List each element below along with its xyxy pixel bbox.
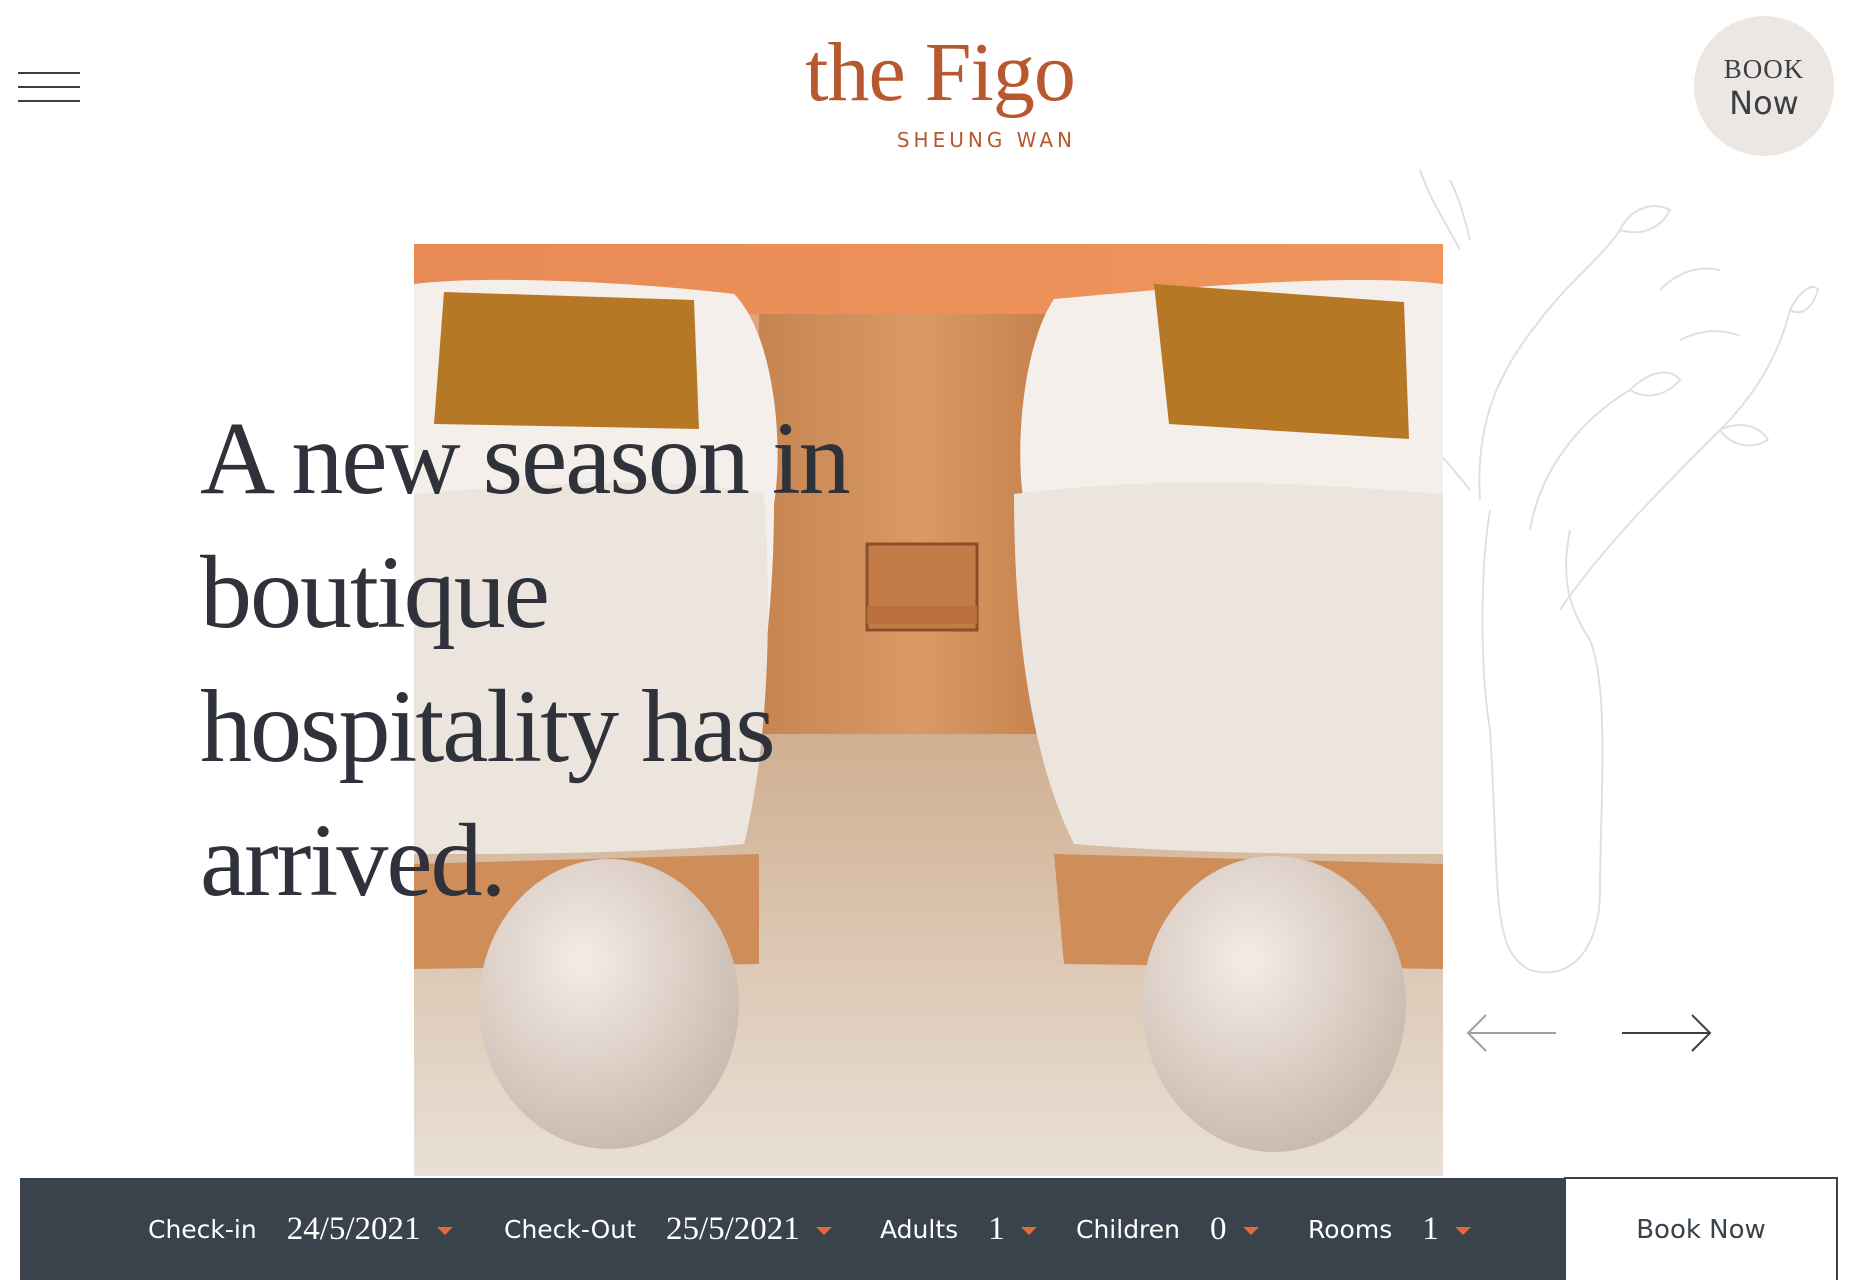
book-now-circle-button[interactable]: BOOK Now [1694, 16, 1834, 156]
checkin-label: Check-in [148, 1214, 257, 1244]
headline-line: arrived. [200, 803, 506, 918]
booking-bar: Check-in 24/5/2021 Check-Out 25/5/2021 A… [20, 1178, 1564, 1280]
menu-bar [18, 86, 80, 88]
headline-line: boutique [200, 535, 550, 650]
rooms-select[interactable]: Rooms 1 [1308, 1178, 1471, 1280]
logo[interactable]: the Figo SHEUNG WAN [790, 18, 1090, 152]
menu-icon[interactable] [18, 70, 80, 104]
headline-line: hospitality has [200, 669, 776, 784]
book-now-button[interactable]: Book Now [1564, 1177, 1838, 1280]
headline-line: A new season in [200, 401, 851, 516]
arrow-right-icon[interactable] [1620, 1012, 1714, 1054]
adults-value: 1 [988, 1210, 1005, 1247]
children-value: 0 [1210, 1210, 1227, 1247]
book-line2: Now [1729, 84, 1799, 122]
checkout-label: Check-Out [504, 1214, 636, 1244]
rooms-value: 1 [1422, 1210, 1439, 1247]
logo-location: SHEUNG WAN [896, 128, 1076, 152]
checkout-value: 25/5/2021 [665, 1210, 800, 1247]
hero-headline: A new season in boutique hospitality has… [200, 392, 960, 928]
checkin-select[interactable]: Check-in 24/5/2021 [148, 1178, 453, 1280]
checkin-value: 24/5/2021 [286, 1210, 421, 1247]
rooms-label: Rooms [1308, 1214, 1393, 1244]
adults-label: Adults [880, 1214, 959, 1244]
chevron-down-icon [1020, 1227, 1037, 1235]
checkout-select[interactable]: Check-Out 25/5/2021 [504, 1178, 832, 1280]
chevron-down-icon [436, 1227, 453, 1235]
children-select[interactable]: Children 0 [1076, 1178, 1259, 1280]
logo-name: the Figo [805, 26, 1076, 119]
chevron-down-icon [1454, 1227, 1471, 1235]
book-line1: BOOK [1723, 54, 1805, 84]
menu-bar [18, 100, 80, 102]
menu-bar [18, 72, 80, 74]
adults-select[interactable]: Adults 1 [880, 1178, 1037, 1280]
children-label: Children [1076, 1214, 1181, 1244]
chevron-down-icon [1242, 1227, 1259, 1235]
chevron-down-icon [815, 1227, 832, 1235]
arrow-left-icon[interactable] [1464, 1012, 1558, 1054]
